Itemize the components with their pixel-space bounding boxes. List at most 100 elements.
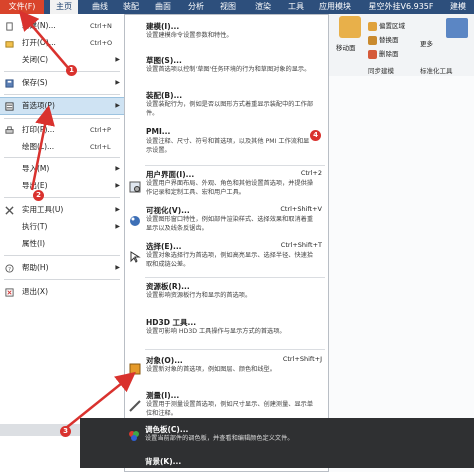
menu-item-plot[interactable]: 绘图(L)... Ctrl+L <box>0 139 124 155</box>
tab-curve[interactable]: 曲线 <box>88 0 112 14</box>
step-badge-1: 1 <box>66 65 77 76</box>
delete-face-label: 删除面 <box>379 50 399 58</box>
menu-label: 保存(S) <box>22 78 48 87</box>
submenu-desc: 设置用于测量设置首选项，例如尺寸显示、创建测量、显示单位和注释。 <box>146 401 314 417</box>
step-badge-3: 3 <box>60 426 71 437</box>
replace-face-label: 替换面 <box>379 36 399 44</box>
menu-label: 首选项(P) <box>22 101 55 110</box>
new-file-icon <box>6 22 13 31</box>
submenu-arrow-icon: ▶ <box>115 206 120 213</box>
submenu-item-resource-bar[interactable]: 资源板(R)... 设置影响资源板行为和显示的首选项。 <box>125 281 328 305</box>
menu-shortcut: Ctrl+P <box>90 126 111 134</box>
menu-label: 打开(O)... <box>22 38 56 47</box>
menu-divider <box>4 118 120 119</box>
menu-label: 新建(N)... <box>22 21 56 30</box>
menu-shortcut: Ctrl+O <box>90 39 113 47</box>
submenu-item-hd3d-tools[interactable]: HD3D 工具... 设置可影响 HD3D 工具操作与显示方式的首选项。 <box>125 317 328 341</box>
visualization-icon <box>130 216 140 226</box>
submenu-item-pmi[interactable]: PMI... 设置注释、尺寸、符号和首选项，以及其他 PMI 工作流和显示设置。 <box>125 127 328 161</box>
tools-icon <box>5 206 14 215</box>
submenu-item-object[interactable]: 对象(O)... Ctrl+Shift+J 设置新对象的首选项，例如图层、颜色和… <box>125 355 328 381</box>
tab-assembly[interactable]: 装配 <box>118 0 144 14</box>
step-badge-2: 2 <box>33 190 44 201</box>
standard-tool-icon[interactable] <box>446 18 468 38</box>
menu-item-execute[interactable]: 执行(T) ▶ <box>0 219 124 235</box>
tab-surface[interactable]: 曲面 <box>150 0 176 14</box>
ribbon-tab-bar: 文件(F) 主页 曲线 装配 曲面 分析 视图 渲染 工具 应用模块 星空外挂V… <box>0 0 474 14</box>
submenu-shortcut: Ctrl+Shift+J <box>282 355 322 363</box>
submenu-item-user-interface[interactable]: 用户界面(I)... Ctrl+2 设置用户界面布局、外观、角色和其他设置首选项… <box>125 169 328 203</box>
submenu-item-assembly[interactable]: 装配(B)... 设置装配行为，例如是否以图形方式着重显示装配中的工作部件。 <box>125 90 328 124</box>
menu-label: 帮助(H) <box>22 263 49 272</box>
submenu-shortcut: Ctrl+Shift+T <box>280 241 322 249</box>
submenu-item-palette[interactable]: 调色板(C)... 设置当前部件的调色板，并查看和编辑颜色定义文件。 <box>124 424 374 450</box>
submenu-arrow-icon: ▶ <box>115 165 120 172</box>
menu-label: 执行(T) <box>22 222 48 231</box>
submenu-desc: 设置首选项以控制'草图'任务环境的行为和草图对象的显示。 <box>146 66 311 73</box>
tab-modeling[interactable]: 建模 <box>444 0 472 14</box>
menu-item-help[interactable]: ? 帮助(H) ▶ <box>0 260 124 276</box>
selection-cursor-icon <box>130 251 141 263</box>
menu-item-exit[interactable]: 退出(X) <box>0 284 124 300</box>
help-icon: ? <box>5 264 14 273</box>
tab-app-modules[interactable]: 应用模块 <box>315 0 355 14</box>
menu-item-properties[interactable]: 属性(I) <box>0 236 124 252</box>
user-interface-icon <box>129 181 141 193</box>
submenu-item-visualization[interactable]: 可视化(V)... Ctrl+Shift+V 设置图形窗口特性，例如部件渲染样式… <box>125 205 328 239</box>
submenu-arrow-icon: ▶ <box>115 182 120 189</box>
menu-item-import[interactable]: 导入(M) ▶ <box>0 161 124 177</box>
print-icon <box>5 126 14 134</box>
submenu-desc: 设置新对象的首选项，例如图层、颜色和线型。 <box>146 366 276 373</box>
submenu-desc: 设置注释、尺寸、符号和首选项，以及其他 PMI 工作流和显示设置。 <box>146 138 310 154</box>
submenu-item-measure[interactable]: 测量(I)... 设置用于测量设置首选项，例如尺寸显示、创建测量、显示单位和注释… <box>125 390 328 420</box>
submenu-divider <box>145 165 325 166</box>
group-standard-tools: 标准化工具 <box>420 67 453 75</box>
menu-divider <box>4 279 120 280</box>
menu-item-print[interactable]: 打印(P)... Ctrl+P <box>0 122 124 138</box>
menu-item-close[interactable]: 关闭(C) ▶ <box>0 52 124 68</box>
menu-label: 打印(P)... <box>22 125 55 134</box>
move-face-icon[interactable] <box>339 16 361 38</box>
menu-item-save[interactable]: 保存(S) ▶ <box>0 75 124 91</box>
menu-divider <box>4 197 120 198</box>
menu-item-export[interactable]: 导出(E) ▶ <box>0 178 124 194</box>
submenu-desc: 设置用户界面布局、外观、角色和其他设置首选项，并提供操作记录和定制工具、宏和用户… <box>146 180 314 196</box>
submenu-divider <box>145 277 325 278</box>
tab-xingkong-plugin[interactable]: 星空外挂V6.935F <box>362 0 440 14</box>
group-sync-modeling: 同步建模 <box>368 67 394 75</box>
tab-analysis[interactable]: 分析 <box>183 0 209 14</box>
submenu-item-selection[interactable]: 选择(E)... Ctrl+Shift+T 设置对象选择行为首选项，例如高亮显示… <box>125 241 328 275</box>
replace-face-icon <box>368 35 377 45</box>
submenu-item-background[interactable]: 背景(K)... <box>124 456 374 468</box>
submenu-title: 背景(K)... <box>145 457 182 466</box>
menu-item-new[interactable]: 新建(N)... Ctrl+N <box>0 18 124 34</box>
menu-label: 关闭(C) <box>22 55 49 64</box>
menu-divider <box>4 255 120 256</box>
preferences-icon <box>5 102 14 111</box>
tab-home[interactable]: 主页 <box>50 0 78 14</box>
tab-file[interactable]: 文件(F) <box>0 0 44 14</box>
menu-shortcut: Ctrl+L <box>90 143 111 151</box>
palette-icon <box>129 431 139 441</box>
save-icon <box>5 79 14 88</box>
submenu-desc: 设置图形窗口特性，例如部件渲染样式、选择效果和取消着重显示以及线条反锯齿。 <box>146 216 314 232</box>
more-button[interactable]: 更多 <box>420 38 433 48</box>
delete-face-button[interactable]: 删除面 <box>368 48 399 59</box>
submenu-item-modeling[interactable]: 建模(I)... 设置建模命令设置参数和特性。 <box>125 21 328 51</box>
menu-item-preferences[interactable]: 首选项(P) ▶ <box>0 97 124 115</box>
replace-face-button[interactable]: 替换面 <box>368 34 399 45</box>
tab-view[interactable]: 视图 <box>215 0 241 14</box>
menu-item-open[interactable]: 打开(O)... Ctrl+O <box>0 35 124 51</box>
tab-render[interactable]: 渲染 <box>250 0 276 14</box>
tab-tools[interactable]: 工具 <box>283 0 309 14</box>
menu-label: 属性(I) <box>22 239 46 248</box>
submenu-desc: 设置可影响 HD3D 工具操作与显示方式的首选项。 <box>146 328 286 335</box>
menu-label: 实用工具(U) <box>22 205 64 214</box>
submenu-shortcut: Ctrl+Shift+V <box>280 205 322 213</box>
submenu-arrow-icon: ▶ <box>115 102 120 109</box>
move-face-button[interactable]: 移动面 <box>336 42 356 52</box>
submenu-item-sketch[interactable]: 草图(S)... 设置首选项以控制'草图'任务环境的行为和草图对象的显示。 <box>125 55 328 85</box>
offset-region-button[interactable]: 偏置区域 <box>368 20 405 31</box>
menu-item-utilities[interactable]: 实用工具(U) ▶ <box>0 202 124 218</box>
submenu-arrow-icon: ▶ <box>115 223 120 230</box>
